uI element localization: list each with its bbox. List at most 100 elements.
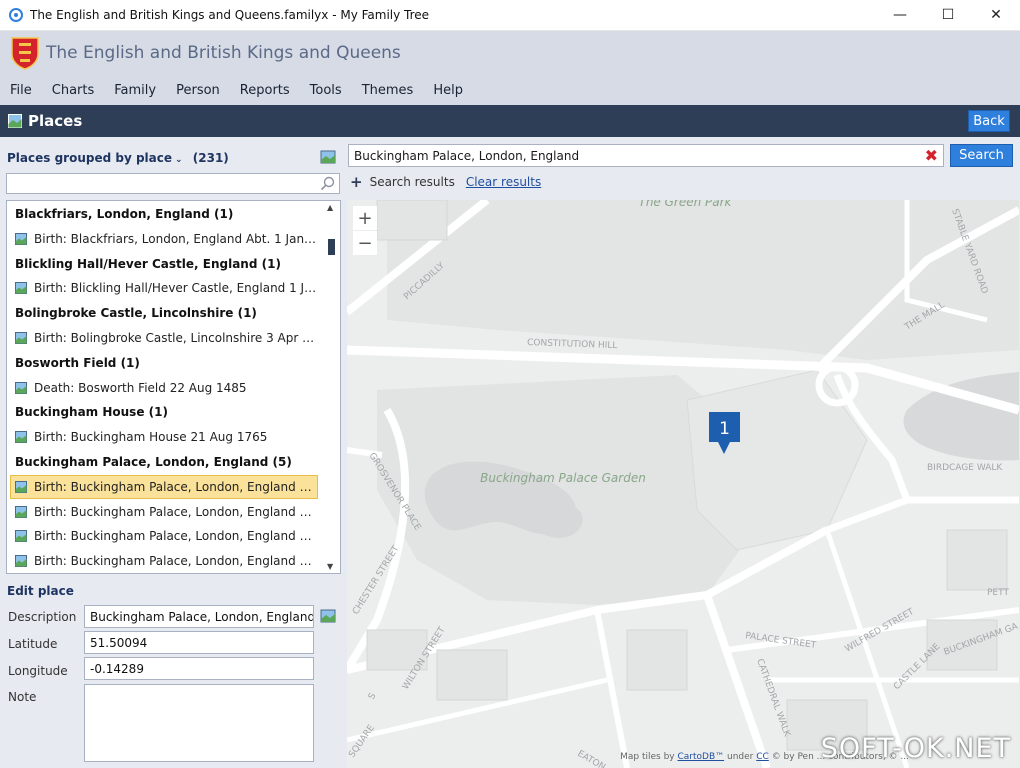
menu-tools[interactable]: Tools — [300, 83, 352, 98]
places-count: (231) — [192, 151, 229, 165]
scrollbar-thumb[interactable] — [328, 239, 335, 255]
map-label-palace-garden: Buckingham Palace Garden — [480, 471, 646, 485]
minimize-button[interactable]: — — [876, 0, 924, 31]
place-event-row[interactable]: Death: Bosworth Field 22 Aug 1485 — [7, 376, 319, 400]
menu-themes[interactable]: Themes — [352, 83, 424, 98]
scroll-up-icon[interactable]: ▲ — [327, 203, 333, 212]
page-title: Places — [28, 112, 83, 130]
clear-results-link[interactable]: Clear results — [466, 175, 541, 189]
window-title: The English and British Kings and Queens… — [30, 8, 430, 22]
group-by-dropdown[interactable]: place — [136, 151, 172, 165]
place-event-text: Birth: Buckingham Palace, London, Englan… — [34, 504, 319, 519]
map-icon — [8, 114, 22, 128]
map-label-wilfred-street: WILFRED STREET — [844, 607, 917, 655]
place-event-row[interactable]: Birth: Buckingham House 21 Aug 1765 — [7, 425, 319, 449]
scroll-down-icon[interactable]: ▼ — [327, 562, 333, 571]
menu-person[interactable]: Person — [166, 83, 230, 98]
show-on-map-icon[interactable] — [320, 149, 336, 165]
menu-help[interactable]: Help — [423, 83, 473, 98]
menu-reports[interactable]: Reports — [230, 83, 300, 98]
menu-bar: File Charts Family Person Reports Tools … — [0, 75, 1020, 105]
place-event-row[interactable]: Birth: Buckingham Palace, London, Englan… — [7, 549, 319, 573]
map-search-value: Buckingham Palace, London, England — [354, 149, 580, 163]
map-pin-icon — [15, 431, 27, 444]
place-event-text: Birth: Blickling Hall/Hever Castle, Engl… — [34, 281, 319, 296]
map-pin-icon — [15, 282, 27, 295]
group-by-header: Places grouped by place ⌄ (231) — [7, 151, 229, 165]
search-results-toggle[interactable]: Search results — [370, 175, 455, 189]
places-search-input[interactable] — [7, 174, 307, 193]
map-label-chester-street: CHESTER STREET — [351, 544, 402, 617]
place-event-row[interactable]: Birth: Blackfriars, London, England Abt.… — [7, 227, 319, 251]
map-search-input[interactable]: Buckingham Palace, London, England ✖ — [348, 144, 944, 167]
place-event-text: Birth: Blackfriars, London, England Abt.… — [34, 231, 319, 246]
attribution-cartodb-link[interactable]: CartoDB™ — [677, 752, 724, 762]
attribution-cc-link[interactable]: CC — [756, 752, 769, 762]
map-label-buckingham-gate: BUCKINGHAM GA — [943, 621, 1019, 657]
map-pin-icon — [15, 332, 27, 344]
search-button[interactable]: Search — [950, 144, 1013, 167]
watermark: SOFT-OK.NET — [820, 733, 1011, 764]
map-label-constitution-hill: CONSTITUTION HILL — [527, 338, 618, 351]
search-icon[interactable] — [320, 176, 335, 191]
note-field[interactable] — [84, 684, 314, 762]
place-group-row[interactable]: Blackfriars, London, England (1) — [7, 202, 319, 226]
chevron-down-icon[interactable]: ⌄ — [175, 155, 183, 165]
group-by-label: Places grouped by — [7, 151, 132, 165]
edit-place-title: Edit place — [7, 584, 74, 598]
description-field[interactable]: Buckingham Palace, London, England — [84, 605, 314, 628]
zoom-out-button[interactable]: − — [353, 231, 377, 255]
map-label-s: S — [367, 691, 379, 701]
place-group-row[interactable]: Bosworth Field (1) — [7, 351, 319, 375]
map-panel: Buckingham Palace, London, England ✖ Sea… — [346, 137, 1020, 768]
menu-charts[interactable]: Charts — [42, 83, 105, 98]
family-tree-app-icon — [9, 8, 23, 22]
menu-file[interactable]: File — [0, 83, 42, 98]
map-label-piccadilly: PICCADILLY — [402, 261, 447, 303]
places-list: Birth: Buckingham Palace, London, Englan… — [6, 200, 341, 574]
window-titlebar: The English and British Kings and Queens… — [0, 0, 1020, 31]
place-group-row[interactable]: Buckingham Palace, London, England (5) — [7, 450, 319, 474]
place-event-row[interactable]: Birth: Bolingbroke Castle, Lincolnshire … — [7, 326, 319, 350]
map-label-square: SQUARE — [347, 723, 377, 760]
latitude-field[interactable]: 51.50094 — [84, 631, 314, 654]
map-label-green-park: The Green Park — [638, 200, 732, 209]
place-event-row[interactable]: Birth: Blickling Hall/Hever Castle, Engl… — [7, 276, 319, 300]
clear-search-icon[interactable]: ✖ — [925, 147, 938, 165]
map-label-stable-yard-road: STABLE YARD ROAD — [949, 208, 989, 296]
map-label-birdcage-walk: BIRDCAGE WALK — [927, 463, 1003, 473]
maximize-button[interactable]: ☐ — [924, 0, 972, 31]
note-label: Note — [8, 690, 37, 704]
app-header: The English and British Kings and Queens — [0, 31, 1020, 75]
place-event-row[interactable]: Birth: Buckingham Palace, London, Englan… — [10, 474, 318, 499]
menu-family[interactable]: Family — [104, 83, 166, 98]
map-pin-icon — [15, 555, 27, 568]
latitude-label: Latitude — [8, 637, 58, 651]
map-view[interactable]: The Green Park Buckingham Palace Garden … — [347, 200, 1019, 768]
close-button[interactable]: ✕ — [972, 0, 1020, 31]
places-list-scrollbar[interactable]: ▲ ▼ — [322, 201, 340, 573]
back-button[interactable]: Back — [968, 110, 1010, 132]
map-label-wilton-street: WILTON STREET — [401, 625, 448, 692]
close-icon: ✕ — [990, 7, 1002, 23]
place-event-row[interactable]: Birth: Buckingham Palace, London, Englan… — [7, 500, 319, 524]
place-event-row[interactable]: Birth: Buckingham Palace, London, Englan… — [7, 524, 319, 548]
map-label-petty: PETT — [987, 588, 1009, 598]
map-label-cathedral-walk: CATHEDRAL WALK — [754, 658, 792, 740]
longitude-field[interactable]: -0.14289 — [84, 657, 314, 680]
plus-icon[interactable]: + — [350, 173, 363, 191]
longitude-label: Longitude — [8, 664, 68, 678]
place-event-text: Birth: Bolingbroke Castle, Lincolnshire … — [34, 331, 319, 345]
place-group-row[interactable]: Buckingham House (1) — [7, 400, 319, 424]
map-pin-icon — [15, 480, 27, 493]
marker-count[interactable]: 1 — [709, 419, 740, 439]
place-group-row[interactable]: Blickling Hall/Hever Castle, England (1) — [7, 252, 319, 276]
zoom-in-button[interactable]: + — [353, 206, 377, 230]
places-panel: Places grouped by place ⌄ (231) Birth: Bu… — [0, 137, 346, 768]
place-event-text: Death: Bosworth Field 22 Aug 1485 — [34, 380, 247, 395]
place-group-row[interactable]: Bolingbroke Castle, Lincolnshire (1) — [7, 301, 319, 325]
royal-crest-icon — [11, 37, 39, 70]
place-event-text: Birth: Buckingham Palace, London, Englan… — [34, 479, 317, 494]
show-on-map-icon[interactable] — [320, 608, 336, 624]
map-label-grosvenor-place: GROSVENOR PLACE — [366, 451, 422, 532]
